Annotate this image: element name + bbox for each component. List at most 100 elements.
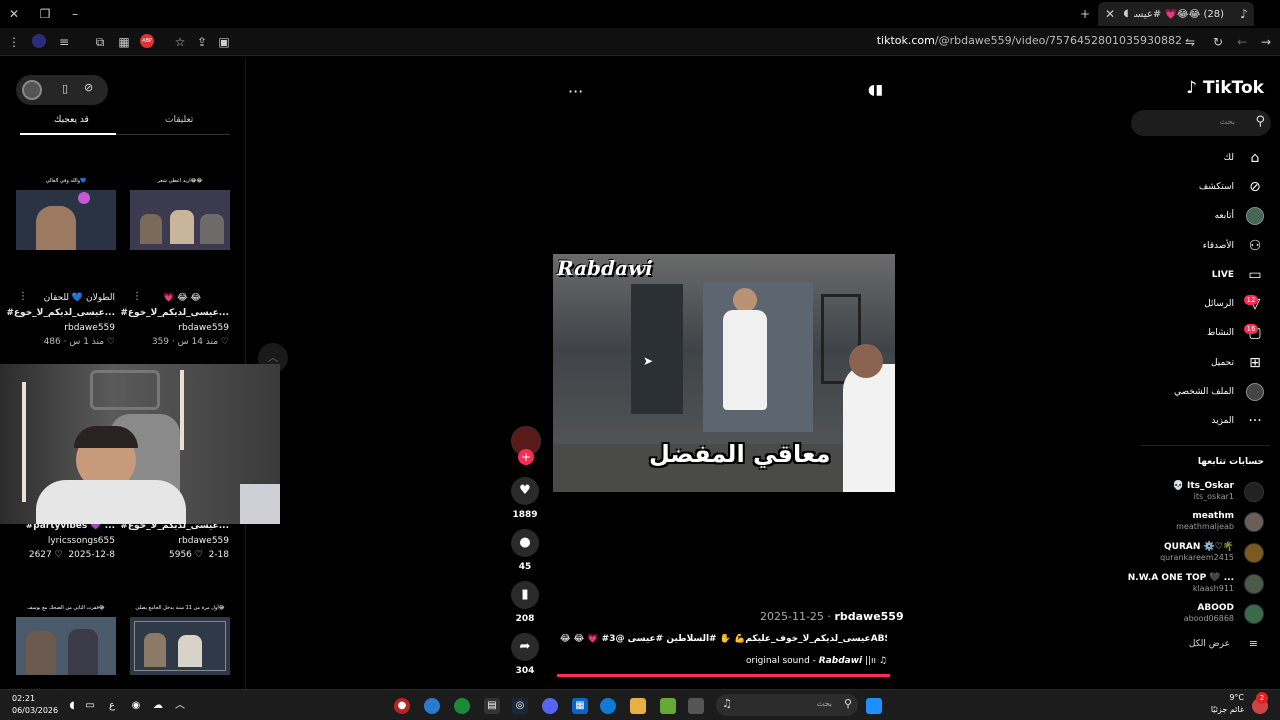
show-all-link[interactable]: عرض الكل — [1189, 639, 1230, 649]
app-icon-terminal[interactable]: ▤ — [484, 698, 500, 714]
video-sound[interactable]: original sound - 𝙍𝙖𝙗𝙙𝙖𝙬𝙞 ||ıı ♫ — [690, 656, 887, 666]
nav-live[interactable]: LIVE — [1212, 270, 1234, 280]
new-tab-icon[interactable]: + — [1077, 6, 1093, 22]
more-options-icon[interactable]: ··· — [568, 82, 583, 101]
menu-dots-icon[interactable]: ⋮ — [6, 34, 22, 50]
video-thumbnail[interactable]: أول مرة من 11 سنة يدخل الجامع يصلي😂 — [130, 605, 230, 675]
video-more-icon[interactable]: ⋮ — [18, 291, 28, 302]
tab-close-icon[interactable]: ✕ — [1102, 6, 1118, 22]
video-author[interactable]: rbdawe559 — [178, 536, 229, 546]
profile-icon[interactable] — [1246, 383, 1264, 401]
site-settings-icon[interactable]: ⇋ — [1182, 34, 1198, 50]
follow-plus-icon[interactable]: + — [518, 449, 534, 465]
nav-messages[interactable]: الرسائل — [1204, 299, 1234, 309]
video-player[interactable]: Rabdawi معاقي المفضل ➤ — [553, 254, 895, 492]
app-icon-minecraft[interactable] — [660, 698, 676, 714]
weather-temp[interactable]: 9°C — [1229, 693, 1244, 702]
forward-icon[interactable]: ← — [1234, 34, 1250, 50]
browser-tab[interactable]: ✕ ◖ (28) 😂😂💗 #عيسى_لديكم ♪ — [1098, 2, 1254, 26]
video-thumbnail[interactable]: قفزت الثاني من الضحك مع يوسف😂 — [16, 605, 116, 675]
clock-date[interactable]: 06/03/2026 — [12, 706, 58, 715]
app-icon-browser-alt[interactable] — [424, 698, 440, 714]
adblock-icon[interactable]: ABP — [140, 34, 154, 48]
back-icon[interactable]: → — [1258, 34, 1274, 50]
share-icon[interactable]: ➦ — [511, 633, 539, 661]
microphone-tray-icon[interactable]: ◉ — [128, 698, 144, 714]
search-box[interactable]: بحث ⚲ — [1131, 110, 1271, 136]
comment-icon[interactable]: ● — [511, 529, 539, 557]
account-name[interactable]: meathm — [1192, 511, 1234, 521]
nav-activity[interactable]: النشاط — [1207, 328, 1234, 338]
live-icon[interactable]: ▭ — [1246, 266, 1264, 284]
minimize-window-icon[interactable]: – — [67, 6, 83, 22]
reload-icon[interactable]: ↻ — [1210, 34, 1226, 50]
video-tag[interactable]: #عيسى_لديكم_لا_خوع... — [120, 308, 229, 318]
taskbar-search-input[interactable]: بحث — [817, 699, 832, 708]
nav-upload[interactable]: تحميل — [1211, 358, 1234, 368]
account-avatar[interactable] — [1244, 482, 1264, 502]
url-text[interactable]: tiktok.com/@rbdawe559/video/757645280103… — [877, 34, 1182, 47]
tab-you-may-like[interactable]: قد يعجبك — [54, 115, 89, 125]
app-icon-store[interactable]: ▦ — [572, 698, 588, 714]
nav-profile[interactable]: الملف الشخصي — [1174, 387, 1234, 397]
explore-icon[interactable]: ⊘ — [84, 81, 93, 94]
media-control-icon[interactable]: ≡ — [56, 34, 72, 50]
account-name[interactable]: 💀 Its_Oskar — [1173, 481, 1234, 491]
account-name[interactable]: N.W.A ONE TOP 🖤 ... — [1128, 573, 1234, 583]
app-icon-edge[interactable] — [600, 698, 616, 714]
friends-icon[interactable]: ⚇ — [1246, 237, 1264, 255]
video-author[interactable]: rbdawe559 — [64, 323, 115, 333]
show-hidden-icons-icon[interactable]: ︿ — [172, 698, 188, 714]
profile-avatar-icon[interactable] — [32, 34, 46, 48]
following-icon[interactable] — [1246, 207, 1264, 225]
app-icon-explorer[interactable] — [630, 698, 646, 714]
nav-friends[interactable]: الأصدقاء — [1203, 241, 1234, 251]
video-author-name[interactable]: rbdawe559 — [834, 610, 903, 623]
account-avatar[interactable] — [1244, 512, 1264, 532]
tab-audio-icon[interactable]: ◖ — [1118, 6, 1134, 22]
close-window-icon[interactable]: ✕ — [6, 6, 22, 22]
video-thumbnail[interactable]: والله وفي العالي💙 — [16, 178, 116, 250]
share-icon[interactable]: ⇪ — [194, 34, 210, 50]
bookmark-star-icon[interactable]: ☆ — [172, 34, 188, 50]
restore-window-icon[interactable]: ❐ — [37, 6, 53, 22]
start-windows-icon[interactable] — [866, 698, 882, 714]
upload-icon[interactable]: ⊞ — [1246, 354, 1264, 372]
account-avatar[interactable] — [1244, 574, 1264, 594]
extensions-icon[interactable]: ⧉ — [92, 34, 108, 50]
tiktok-logo[interactable]: ♪ TikTok — [1186, 78, 1264, 98]
video-more-icon[interactable]: ⋮ — [132, 291, 142, 302]
network-tray-icon[interactable]: ▭ — [82, 698, 98, 714]
like-icon[interactable]: ♥ — [511, 477, 539, 505]
creator-avatar[interactable] — [22, 80, 42, 100]
app-icon-record[interactable]: ● — [394, 698, 410, 714]
tab-comments[interactable]: تعليقات — [165, 115, 193, 125]
search-input[interactable]: بحث — [1220, 117, 1235, 126]
nav-more[interactable]: المزيد — [1211, 416, 1234, 426]
clock-time[interactable]: 02:21 — [12, 694, 35, 703]
account-name[interactable]: ABOOD — [1197, 603, 1234, 613]
video-tag[interactable]: #عيسى_لديكم_لا_خوع... — [6, 308, 115, 318]
list-icon[interactable]: ≡ — [1249, 637, 1258, 650]
weather-desc[interactable]: غائم جزئيًا — [1211, 705, 1244, 714]
account-avatar[interactable] — [1244, 604, 1264, 624]
nav-explore[interactable]: استكشف — [1199, 182, 1234, 192]
account-avatar[interactable] — [1244, 543, 1264, 563]
nav-for-you[interactable]: لك — [1224, 153, 1234, 163]
video-thumbnail[interactable]: اريد اعطي شعر😂😂 — [130, 178, 230, 250]
taskbar-search[interactable]: ♫ بحث ⚲ — [716, 694, 858, 716]
app-icon-chrome[interactable] — [454, 698, 470, 714]
video-author[interactable]: lyricssongs655 — [48, 536, 115, 546]
bookmark-icon[interactable]: ▮ — [511, 581, 539, 609]
app-icon-discord[interactable] — [542, 698, 558, 714]
search-icon[interactable]: ⚲ — [1255, 114, 1265, 129]
phone-icon[interactable]: ▯ — [62, 82, 68, 95]
more-icon[interactable]: ··· — [1246, 412, 1264, 430]
home-icon[interactable]: ⌂ — [1246, 149, 1264, 167]
extension-puzzle-icon[interactable]: ▦ — [116, 34, 132, 50]
compass-icon[interactable]: ⊘ — [1246, 178, 1264, 196]
onedrive-tray-icon[interactable]: ☁ — [150, 698, 166, 714]
language-indicator[interactable]: ع — [104, 698, 120, 714]
screenshot-icon[interactable]: ▣ — [216, 34, 232, 50]
volume-icon[interactable]: ◖▮ — [868, 82, 883, 98]
